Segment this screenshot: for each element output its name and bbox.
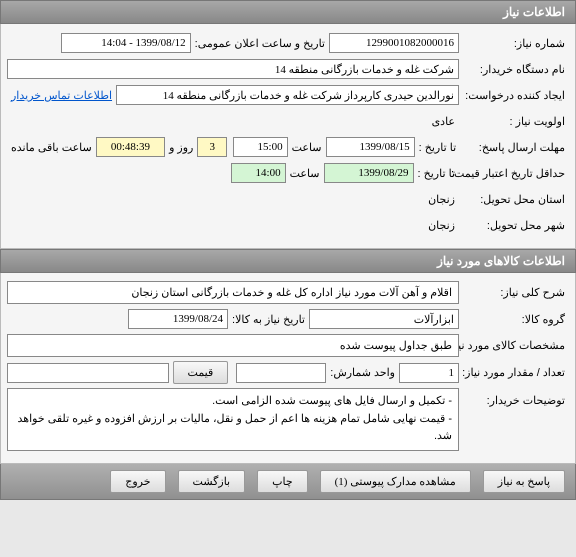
reply-button[interactable]: پاسخ به نیاز — [483, 470, 565, 493]
label-specs: مشخصات کالای مورد نیاز: — [459, 339, 569, 352]
label-city: شهر محل تحویل: — [459, 219, 569, 232]
value-province: زنجان — [424, 193, 459, 206]
field-validity-date[interactable]: 1399/08/29 — [324, 163, 414, 183]
field-reqno: 1299001082000016 — [329, 33, 459, 53]
section1-header: اطلاعات نیاز — [0, 0, 576, 24]
field-price[interactable] — [7, 363, 169, 383]
label-todate: تا تاریخ : — [415, 141, 460, 154]
field-deadline-time: 15:00 — [233, 137, 288, 157]
field-buyer: شرکت غله و خدمات بازرگانی منطقه 14 — [7, 59, 459, 79]
attachments-button[interactable]: مشاهده مدارک پیوستی (1) — [320, 470, 471, 493]
label-province: استان محل تحویل: — [459, 193, 569, 206]
label-group: گروه کالا: — [459, 313, 569, 326]
label-desc: شرح کلی نیاز: — [459, 286, 569, 299]
field-group: ابزارآلات — [309, 309, 459, 329]
label-reqno: شماره نیاز: — [459, 37, 569, 50]
label-validity: حداقل تاریخ اعتبار قیمت: — [459, 167, 569, 180]
field-specs: طبق جداول پیوست شده — [7, 334, 459, 357]
label-remain: ساعت باقی مانده — [7, 141, 96, 154]
back-button[interactable]: بازگشت — [178, 470, 246, 493]
label-notes: توضیحات خریدار: — [459, 388, 569, 407]
value-priority: عادی — [428, 115, 459, 128]
label-deadline: مهلت ارسال پاسخ: — [460, 141, 569, 154]
field-deadline-date: 1399/08/15 — [326, 137, 415, 157]
field-remain-days: 3 — [197, 137, 227, 157]
label-creator: ایجاد کننده درخواست: — [459, 89, 569, 102]
notes-line2: - قیمت نهایی شامل تمام هزینه ها اعم از ح… — [14, 411, 452, 446]
print-button[interactable]: چاپ — [257, 470, 308, 493]
label-todate2: تا تاریخ : — [414, 167, 459, 180]
section2-header: اطلاعات کالاهای مورد نیاز — [0, 249, 576, 273]
field-unit — [236, 363, 326, 383]
label-time1: ساعت — [288, 141, 326, 154]
field-notes: - تکمیل و ارسال فایل های پیوست شده الزام… — [7, 388, 459, 451]
field-announce: 1399/08/12 - 14:04 — [61, 33, 191, 53]
label-days: روز و — [165, 141, 197, 154]
field-needdate: 1399/08/24 — [128, 309, 228, 329]
label-qty: تعداد / مقدار مورد نیاز: — [459, 366, 569, 379]
value-city: زنجان — [424, 219, 459, 232]
field-creator: نورالدین حیدری کارپرداز شرکت غله و خدمات… — [116, 85, 459, 105]
label-buyer: نام دستگاه خریدار: — [459, 63, 569, 76]
label-unit: واحد شمارش: — [326, 366, 399, 379]
exit-button[interactable]: خروج — [110, 470, 165, 493]
field-desc: اقلام و آهن آلات مورد نیاز اداره کل غله … — [7, 281, 459, 304]
label-needdate: تاریخ نیاز به کالا: — [228, 313, 309, 326]
price-button[interactable]: قیمت — [173, 361, 229, 384]
link-contact[interactable]: اطلاعات تماس خریدار — [7, 89, 116, 102]
label-announce: تاریخ و ساعت اعلان عمومی: — [191, 37, 329, 50]
notes-line1: - تکمیل و ارسال فایل های پیوست شده الزام… — [14, 393, 452, 411]
section2-body: شرح کلی نیاز: اقلام و آهن آلات مورد نیاز… — [0, 273, 576, 464]
footer-bar: پاسخ به نیاز مشاهده مدارک پیوستی (1) چاپ… — [0, 464, 576, 500]
label-time2: ساعت — [286, 167, 324, 180]
field-qty: 1 — [399, 363, 459, 383]
field-remain-clock: 00:48:39 — [96, 137, 165, 157]
label-priority: اولویت نیاز : — [459, 115, 569, 128]
field-validity-time[interactable]: 14:00 — [231, 163, 286, 183]
section1-body: شماره نیاز: 1299001082000016 تاریخ و ساع… — [0, 24, 576, 249]
